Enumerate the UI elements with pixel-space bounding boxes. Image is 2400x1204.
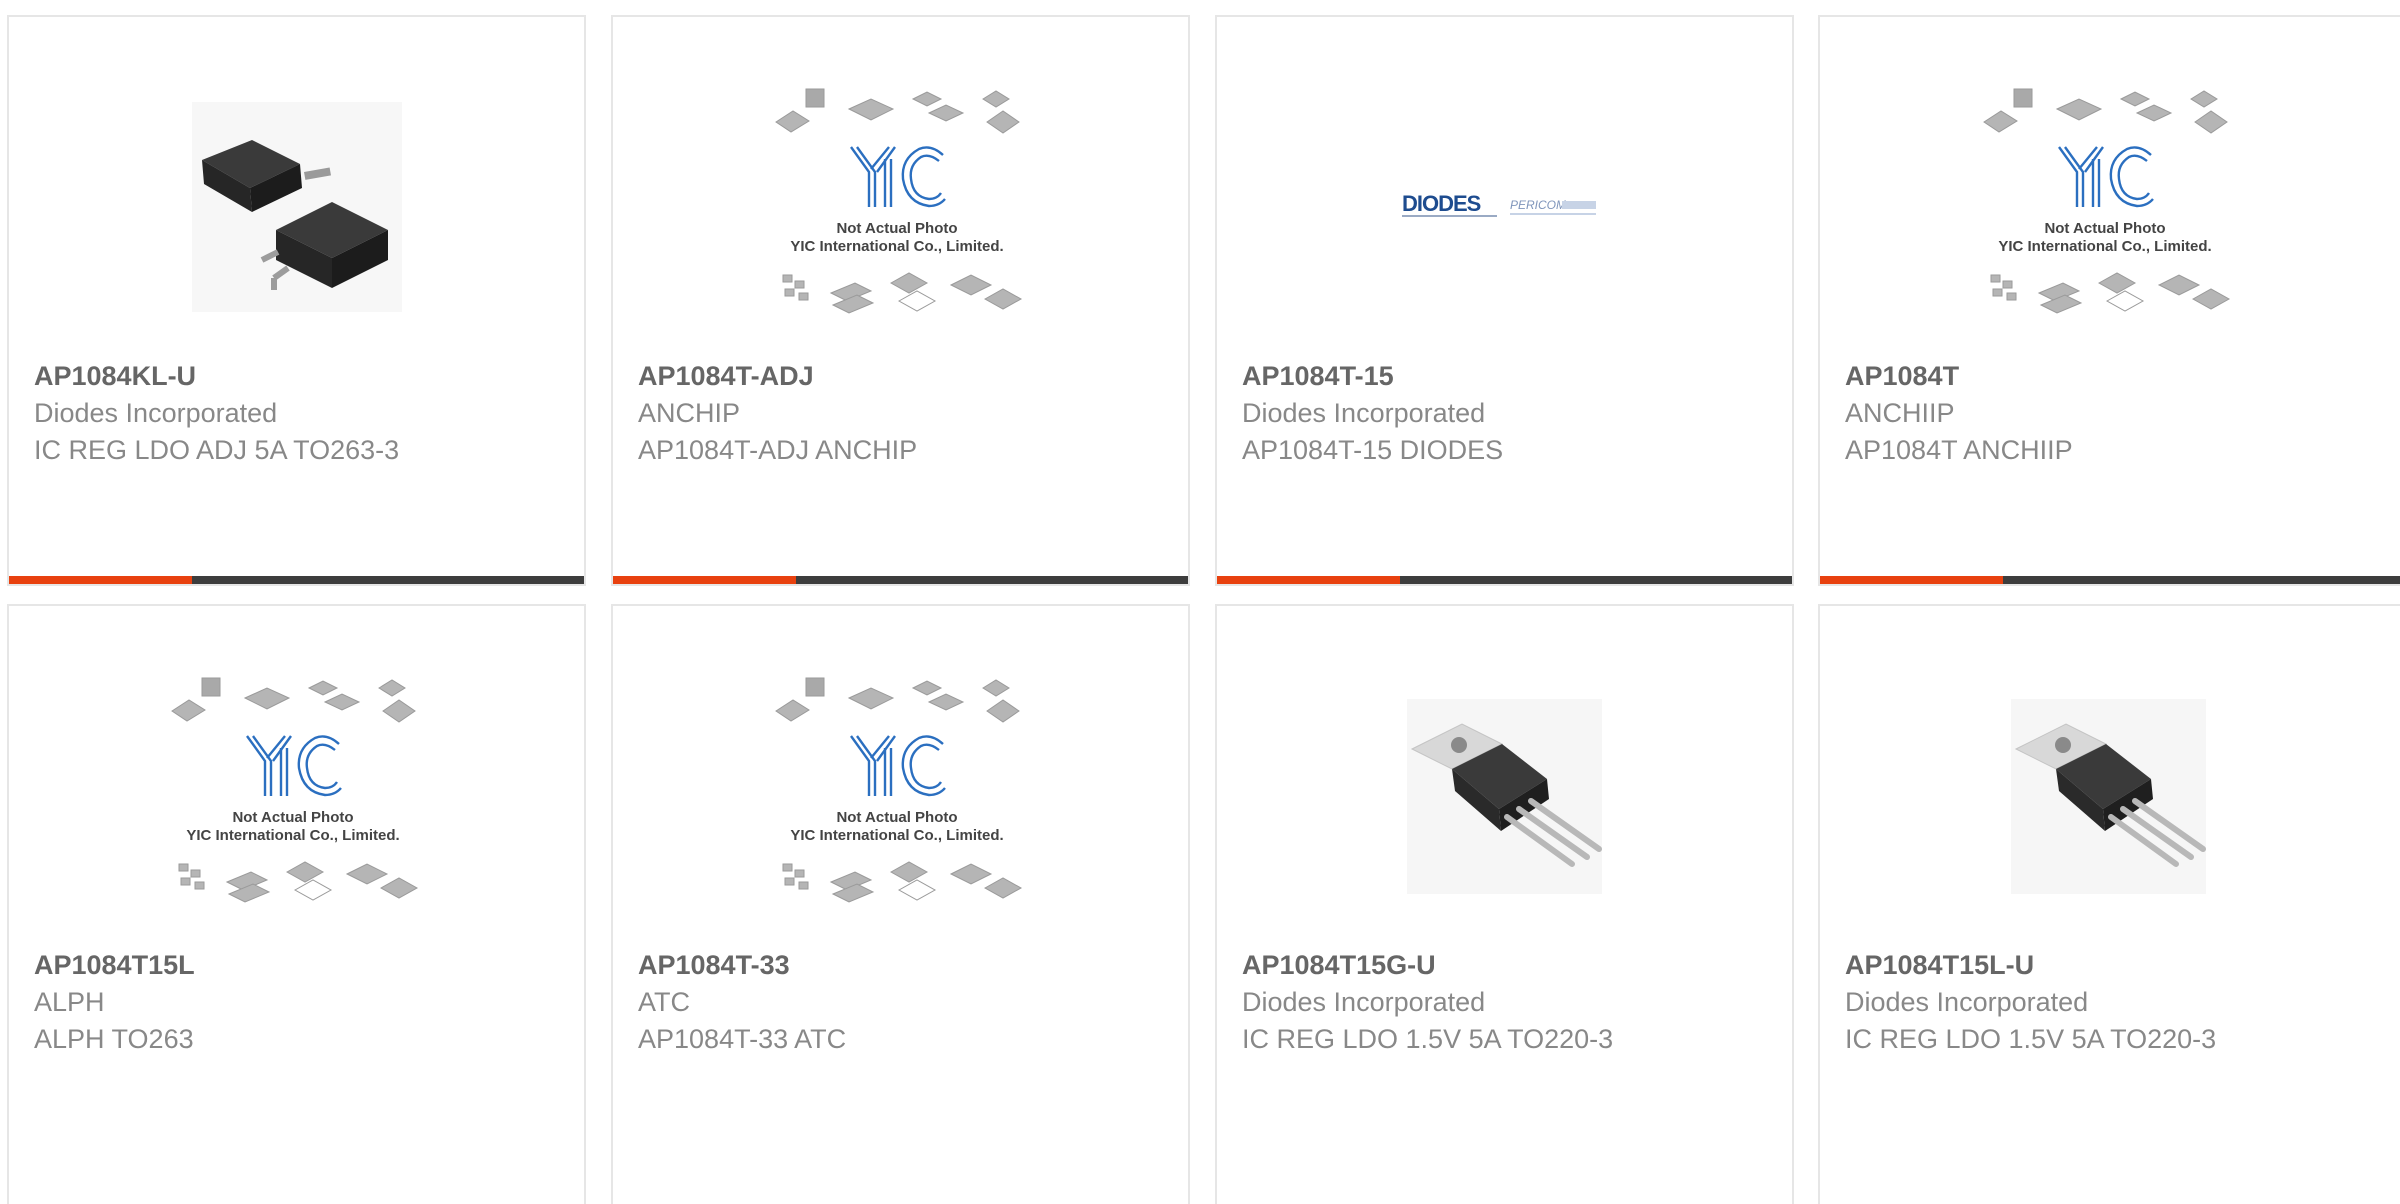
description: AP1084T-33 ATC bbox=[638, 1024, 847, 1054]
yic-placeholder-image bbox=[774, 87, 1022, 315]
product-card[interactable]: AP1084KL-U Diodes Incorporated IC REG LD… bbox=[7, 15, 586, 586]
product-card[interactable]: DIODES PERICOM AP1084T-15 Diodes Incorpo… bbox=[1215, 15, 1794, 586]
manufacturer: ANCHIIP bbox=[1845, 398, 1955, 428]
description: AP1084T-ADJ ANCHIP bbox=[638, 435, 918, 465]
card-accent-bar bbox=[1217, 576, 1792, 584]
manufacturer: Diodes Incorporated bbox=[1242, 398, 1486, 428]
part-number[interactable]: AP1084T bbox=[1845, 357, 2398, 395]
description: AP1084T ANCHIIP bbox=[1845, 435, 2073, 465]
manufacturer: Diodes Incorporated bbox=[34, 398, 278, 428]
product-image[interactable]: DIODES PERICOM bbox=[1217, 82, 1792, 332]
product-image[interactable] bbox=[613, 671, 1188, 921]
manufacturer: Diodes Incorporated bbox=[1242, 987, 1486, 1017]
product-card[interactable]: AP1084T15L ALPH ALPH TO263 bbox=[7, 604, 586, 1204]
diodes-pericom-logo: DIODES PERICOM bbox=[1401, 191, 1596, 217]
yic-placeholder-image bbox=[1982, 87, 2230, 315]
to263-chip-image bbox=[191, 102, 402, 312]
manufacturer: ALPH bbox=[34, 987, 105, 1017]
product-card[interactable]: AP1084T15G-U Diodes Incorporated IC REG … bbox=[1215, 604, 1794, 1204]
product-grid: AP1084KL-U Diodes Incorporated IC REG LD… bbox=[0, 0, 2400, 1204]
card-accent-bar bbox=[613, 576, 1188, 584]
part-number[interactable]: AP1084T15G-U bbox=[1242, 946, 1782, 984]
card-accent-bar bbox=[9, 576, 584, 584]
product-card[interactable]: AP1084T ANCHIIP AP1084T ANCHIIP bbox=[1818, 15, 2400, 586]
product-image[interactable] bbox=[9, 671, 584, 921]
part-number[interactable]: AP1084T15L-U bbox=[1845, 946, 2398, 984]
yic-placeholder-image bbox=[774, 676, 1022, 904]
product-image[interactable] bbox=[1217, 671, 1792, 921]
manufacturer: Diodes Incorporated bbox=[1845, 987, 2089, 1017]
part-number[interactable]: AP1084T15L bbox=[34, 946, 574, 984]
yic-placeholder-image bbox=[170, 676, 418, 904]
part-number[interactable]: AP1084T-ADJ bbox=[638, 357, 1178, 395]
part-number[interactable]: AP1084KL-U bbox=[34, 357, 574, 395]
part-number[interactable]: AP1084T-33 bbox=[638, 946, 1178, 984]
product-card[interactable]: AP1084T15L-U Diodes Incorporated IC REG … bbox=[1818, 604, 2400, 1204]
product-card[interactable]: AP1084T-33 ATC AP1084T-33 ATC bbox=[611, 604, 1190, 1204]
card-accent-bar bbox=[1820, 576, 2400, 584]
description: AP1084T-15 DIODES bbox=[1242, 435, 1504, 465]
diodes-logo-text: DIODES bbox=[1402, 191, 1481, 216]
product-card[interactable]: AP1084T-ADJ ANCHIP AP1084T-ADJ ANCHIP bbox=[611, 15, 1190, 586]
manufacturer: ANCHIP bbox=[638, 398, 741, 428]
product-image[interactable] bbox=[613, 82, 1188, 332]
part-number[interactable]: AP1084T-15 bbox=[1242, 357, 1782, 395]
product-image[interactable] bbox=[1820, 671, 2397, 921]
product-image[interactable] bbox=[9, 82, 584, 332]
product-image[interactable] bbox=[1820, 82, 2397, 332]
description: ALPH TO263 bbox=[34, 1024, 194, 1054]
description: IC REG LDO ADJ 5A TO263-3 bbox=[34, 435, 400, 465]
manufacturer: ATC bbox=[638, 987, 690, 1017]
description: IC REG LDO 1.5V 5A TO220-3 bbox=[1242, 1024, 1614, 1054]
pericom-logo-text: PERICOM bbox=[1510, 198, 1566, 212]
description: IC REG LDO 1.5V 5A TO220-3 bbox=[1845, 1024, 2217, 1054]
to220-chip-image bbox=[2011, 699, 2206, 894]
to220-chip-image bbox=[1407, 699, 1602, 894]
